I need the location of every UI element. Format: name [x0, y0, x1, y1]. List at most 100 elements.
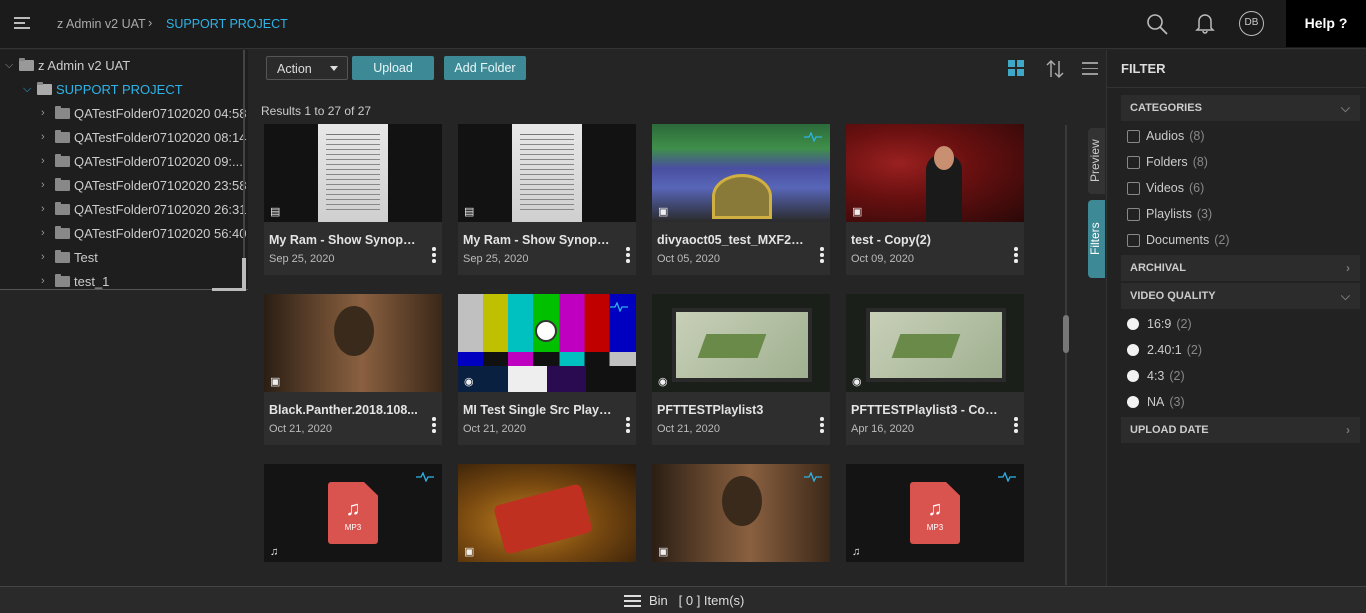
tab-filters[interactable]: Filters	[1088, 200, 1105, 278]
chevron-down-icon[interactable]: ⌵	[1341, 283, 1350, 309]
breadcrumb-root[interactable]: z Admin v2 UAT	[57, 17, 146, 31]
asset-thumbnail[interactable]: ▣	[652, 124, 830, 222]
add-folder-button[interactable]: Add Folder	[444, 56, 526, 80]
filter-option-videos[interactable]: Videos (6)	[1127, 181, 1204, 195]
asset-title[interactable]: Black.Panther.2018.108...	[269, 403, 419, 417]
search-icon[interactable]	[1146, 13, 1168, 35]
asset-thumbnail[interactable]: ♫ MP3 ♫	[264, 464, 442, 562]
asset-title[interactable]: PFTTESTPlaylist3 - Copy...	[851, 403, 1001, 417]
asset-thumbnail[interactable]: ▣	[846, 124, 1024, 222]
grid-scrollbar-track[interactable]	[1065, 125, 1067, 585]
chevron-right-icon[interactable]: ›	[41, 275, 51, 287]
asset-card[interactable]: ▣ Black.Panther.2018.108... Oct 21, 2020	[264, 294, 442, 445]
tree-node-folder[interactable]: › Test	[41, 248, 98, 266]
asset-title[interactable]: test - Copy(2)	[851, 233, 1001, 247]
list-view-icon[interactable]	[1082, 62, 1098, 79]
filter-option-documents[interactable]: Documents (2)	[1127, 233, 1230, 247]
asset-card[interactable]: ♫ MP3 ♫	[264, 464, 442, 562]
radio-button[interactable]	[1127, 370, 1139, 382]
more-options-icon[interactable]	[820, 417, 824, 433]
tree-node-folder[interactable]: › QATestFolder07102020 08:14	[41, 128, 247, 146]
asset-title[interactable]: My Ram - Show Synopsis	[463, 233, 613, 247]
more-options-icon[interactable]	[432, 247, 436, 263]
chevron-right-icon[interactable]: ›	[41, 251, 51, 263]
filter-section-upload-date[interactable]: UPLOAD DATE ›	[1121, 417, 1360, 443]
grid-scrollbar-thumb[interactable]	[1063, 315, 1069, 353]
checkbox[interactable]	[1127, 181, 1140, 195]
radio-button[interactable]	[1127, 318, 1139, 330]
asset-card[interactable]: ▣	[652, 464, 830, 562]
asset-card[interactable]: ▣ test - Copy(2) Oct 09, 2020	[846, 124, 1024, 275]
checkbox[interactable]	[1127, 129, 1140, 143]
filter-option-2-40-1[interactable]: 2.40:1 (2)	[1127, 343, 1202, 357]
filter-section-video-quality[interactable]: VIDEO QUALITY ⌵	[1121, 283, 1360, 309]
checkbox[interactable]	[1127, 155, 1140, 169]
chevron-right-icon[interactable]: ›	[1346, 255, 1350, 281]
asset-thumbnail[interactable]: ◉	[652, 294, 830, 392]
asset-card[interactable]: ▤ My Ram - Show Synopsis Sep 25, 2020	[458, 124, 636, 275]
asset-card[interactable]: ▣	[458, 464, 636, 562]
chevron-right-icon[interactable]: ›	[1346, 417, 1350, 443]
chevron-right-icon[interactable]: ›	[41, 203, 51, 215]
tree-node-folder[interactable]: › QATestFolder07102020 04:58	[41, 104, 247, 122]
tab-preview[interactable]: Preview	[1088, 128, 1105, 194]
filter-option-folders[interactable]: Folders (8)	[1127, 155, 1208, 169]
filter-option-16-9[interactable]: 16:9 (2)	[1127, 317, 1192, 331]
more-options-icon[interactable]	[820, 247, 824, 263]
more-options-icon[interactable]	[1014, 247, 1018, 263]
filter-option-4-3[interactable]: 4:3 (2)	[1127, 369, 1185, 383]
breadcrumb-current[interactable]: SUPPORT PROJECT	[166, 17, 288, 31]
tree-node-folder[interactable]: › QATestFolder07102020 26:31	[41, 200, 247, 218]
asset-thumbnail[interactable]: ▣	[458, 464, 636, 562]
asset-thumbnail[interactable]: ◉	[846, 294, 1024, 392]
resize-handle-icon[interactable]	[210, 256, 250, 296]
asset-card[interactable]: ◉ PFTTESTPlaylist3 - Copy... Apr 16, 202…	[846, 294, 1024, 445]
asset-card[interactable]: ◉ MI Test Single Src Playli... Oct 21, 2…	[458, 294, 636, 445]
checkbox[interactable]	[1127, 233, 1140, 247]
avatar[interactable]: DB	[1239, 11, 1264, 36]
grid-view-icon[interactable]	[1008, 60, 1024, 76]
asset-title[interactable]: MI Test Single Src Playli...	[463, 403, 613, 417]
asset-thumbnail[interactable]: ▣	[652, 464, 830, 562]
chevron-right-icon[interactable]: ›	[41, 179, 51, 191]
tree-scrollbar[interactable]	[243, 50, 245, 290]
radio-button[interactable]	[1127, 344, 1139, 356]
asset-card[interactable]: ◉ PFTTESTPlaylist3 Oct 21, 2020	[652, 294, 830, 445]
checkbox[interactable]	[1127, 207, 1140, 221]
asset-thumbnail[interactable]: ▤	[458, 124, 636, 222]
chevron-down-icon[interactable]: ⌵	[1341, 95, 1350, 121]
tree-node-folder[interactable]: › QATestFolder07102020 56:40	[41, 224, 247, 242]
more-options-icon[interactable]	[626, 247, 630, 263]
tree-node-root[interactable]: ⌵ z Admin v2 UAT	[5, 56, 130, 74]
tree-node-folder[interactable]: › test_1	[41, 272, 109, 290]
asset-thumbnail[interactable]: ♫ MP3 ♫	[846, 464, 1024, 562]
asset-thumbnail[interactable]: ▤	[264, 124, 442, 222]
asset-title[interactable]: divyaoct05_test_MXF2 - ...	[657, 233, 807, 247]
upload-button[interactable]: Upload	[352, 56, 434, 80]
asset-thumbnail[interactable]: ◉	[458, 294, 636, 392]
more-options-icon[interactable]	[432, 417, 436, 433]
hamburger-icon[interactable]	[624, 595, 641, 610]
asset-card[interactable]: ▣ divyaoct05_test_MXF2 - ... Oct 05, 202…	[652, 124, 830, 275]
bin-bar[interactable]: Bin [ 0 ] Item(s)	[0, 586, 1366, 613]
tree-node-project[interactable]: ⌵ SUPPORT PROJECT	[23, 80, 183, 98]
help-button[interactable]: Help ?	[1286, 0, 1366, 47]
asset-title[interactable]: My Ram - Show Synopsis...	[269, 233, 419, 247]
chevron-right-icon[interactable]: ›	[41, 227, 51, 239]
chevron-down-icon[interactable]: ⌵	[5, 59, 15, 72]
more-options-icon[interactable]	[1014, 417, 1018, 433]
chevron-right-icon[interactable]: ›	[41, 107, 51, 119]
filter-option-playlists[interactable]: Playlists (3)	[1127, 207, 1212, 221]
bell-icon[interactable]	[1195, 12, 1215, 34]
chevron-right-icon[interactable]: ›	[41, 131, 51, 143]
asset-card[interactable]: ♫ MP3 ♫	[846, 464, 1024, 562]
tree-node-folder[interactable]: › QATestFolder07102020 23:58	[41, 176, 247, 194]
asset-card[interactable]: ▤ My Ram - Show Synopsis... Sep 25, 2020	[264, 124, 442, 275]
asset-title[interactable]: PFTTESTPlaylist3	[657, 403, 807, 417]
filter-option-audios[interactable]: Audios (8)	[1127, 129, 1205, 143]
chevron-down-icon[interactable]: ⌵	[23, 83, 33, 96]
radio-button[interactable]	[1127, 396, 1139, 408]
filter-option-na[interactable]: NA (3)	[1127, 395, 1185, 409]
filter-section-categories[interactable]: CATEGORIES ⌵	[1121, 95, 1360, 121]
tree-node-folder[interactable]: › QATestFolder07102020 09:...	[41, 152, 243, 170]
